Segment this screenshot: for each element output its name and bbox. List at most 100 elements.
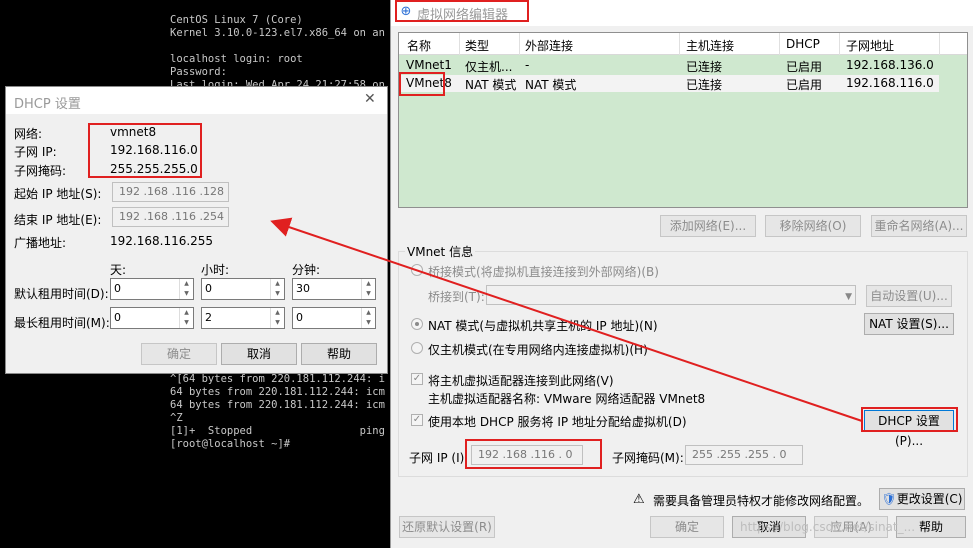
restore-defaults-button[interactable]: 还原默认设置(R)	[399, 516, 495, 538]
terminal-line: 64 bytes from 220.181.112.244: icm	[170, 399, 385, 411]
change-settings-label: 更改设置(C)	[896, 492, 963, 506]
dhcp-settings-highlight-box	[861, 407, 958, 432]
default-lease-hours-stepper[interactable]: 0 ▲ ▼	[201, 278, 285, 300]
col-dhcp[interactable]: DHCP	[786, 37, 820, 51]
subnet-ip-highlight-box	[465, 439, 602, 469]
connect-adapter-checkbox[interactable]: ✓	[411, 373, 423, 385]
col-external[interactable]: 外部连接	[525, 37, 573, 54]
cell-host: 已连接	[686, 60, 723, 74]
stepper-value: 2	[205, 311, 212, 324]
network-label: 网络:	[14, 127, 43, 141]
bridge-mode-label: 桥接模式(将虚拟机直接连接到外部网络)(B)	[428, 265, 659, 279]
terminal-prompt: [root@localhost ~]#	[170, 438, 291, 450]
stepper-arrows-icon[interactable]: ▲ ▼	[179, 308, 193, 328]
network-info-highlight-box	[88, 123, 202, 178]
stepper-value: 0	[114, 311, 121, 324]
cell-dhcp: 已启用	[786, 60, 823, 74]
stepper-value: 30	[296, 282, 310, 295]
stepper-arrows-icon[interactable]: ▲ ▼	[179, 279, 193, 299]
vne-ok-button[interactable]: 确定	[650, 516, 724, 538]
add-network-button[interactable]: 添加网络(E)...	[660, 215, 756, 237]
col-name[interactable]: 名称	[407, 37, 431, 54]
subnet-mask-label: 子网掩码:	[14, 164, 67, 178]
bridge-to-label: 桥接到(T):	[428, 290, 485, 304]
stepper-arrows-icon[interactable]: ▲ ▼	[270, 279, 284, 299]
default-lease-minutes-stepper[interactable]: 30 ▲ ▼	[292, 278, 376, 300]
dhcp-help-button[interactable]: 帮助	[301, 343, 377, 365]
network-table[interactable]: 名称 类型 外部连接 主机连接 DHCP 子网地址 VMnet1 仅主机... …	[398, 32, 968, 208]
terminal-line: 64 bytes from 220.181.112.244: icm	[170, 386, 385, 398]
nat-mode-label: NAT 模式(与虚拟机共享主机的 IP 地址)(N)	[428, 319, 658, 333]
default-lease-days-stepper[interactable]: 0 ▲ ▼	[110, 278, 194, 300]
col-type[interactable]: 类型	[465, 37, 489, 54]
nat-mode-radio[interactable]	[411, 318, 423, 330]
terminal-line: ^Z	[170, 412, 183, 424]
admin-shield-icon: 🛡	[881, 492, 897, 506]
bridge-to-select[interactable]: ▼	[486, 285, 856, 305]
admin-notice: 需要具备管理员特权才能修改网络配置。	[653, 494, 870, 508]
hours-label: 小时:	[201, 263, 230, 277]
title-highlight-box	[395, 0, 529, 22]
use-dhcp-checkbox[interactable]: ✓	[411, 414, 423, 426]
terminal-line: Kernel 3.10.0-123.el7.x86_64 on an	[170, 27, 385, 39]
dhcp-title: DHCP 设置	[14, 97, 81, 112]
days-label: 天:	[110, 263, 127, 277]
cell-type: NAT 模式	[465, 78, 517, 92]
end-ip-label: 结束 IP 地址(E):	[14, 213, 102, 227]
bridge-mode-radio[interactable]	[411, 264, 423, 276]
table-row[interactable]: VMnet1 仅主机... - 已连接 已启用 192.168.136.0	[399, 57, 939, 74]
broadcast-value: 192.168.116.255	[110, 234, 214, 248]
end-ip-input[interactable]: 192 .168 .116 .254	[112, 207, 229, 227]
cell-external: -	[525, 58, 530, 72]
terminal-line: CentOS Linux 7 (Core)	[170, 14, 303, 26]
stepper-value: 0	[114, 282, 121, 295]
dhcp-cancel-button[interactable]: 取消	[221, 343, 297, 365]
stepper-arrows-icon[interactable]: ▲ ▼	[270, 308, 284, 328]
cell-host: 已连接	[686, 78, 723, 92]
warning-icon: ⚠	[633, 492, 645, 507]
dhcp-ok-button[interactable]: 确定	[141, 343, 217, 365]
stepper-arrows-icon[interactable]: ▲ ▼	[361, 279, 375, 299]
terminal-line: ^[64 bytes from 220.181.112.244: i	[170, 373, 385, 385]
max-lease-days-stepper[interactable]: 0 ▲ ▼	[110, 307, 194, 329]
stepper-arrows-icon[interactable]: ▲ ▼	[361, 308, 375, 328]
cell-type: 仅主机...	[465, 60, 513, 74]
dhcp-titlebar[interactable]: DHCP 设置 ✕	[6, 87, 387, 114]
max-lease-hours-stepper[interactable]: 2 ▲ ▼	[201, 307, 285, 329]
auto-settings-button[interactable]: 自动设置(U)...	[866, 285, 952, 307]
cell-external: NAT 模式	[525, 78, 577, 92]
subnet-mask-label: 子网掩码(M):	[612, 451, 684, 465]
max-lease-label: 最长租用时间(M):	[14, 316, 110, 330]
col-host[interactable]: 主机连接	[686, 37, 734, 54]
cell-name: VMnet1	[406, 58, 452, 72]
rename-network-button[interactable]: 重命名网络(A)...	[871, 215, 967, 237]
nat-settings-button[interactable]: NAT 设置(S)...	[864, 313, 954, 335]
connect-adapter-label: 将主机虚拟适配器连接到此网络(V)	[428, 374, 614, 388]
table-header: 名称 类型 外部连接 主机连接 DHCP 子网地址	[399, 33, 967, 55]
vmnet8-highlight-box	[399, 72, 445, 96]
adapter-name-label: 主机虚拟适配器名称: VMware 网络适配器 VMnet8	[428, 392, 706, 406]
chevron-down-icon: ▼	[845, 292, 852, 302]
col-subnet[interactable]: 子网地址	[846, 37, 894, 54]
use-dhcp-label: 使用本地 DHCP 服务将 IP 地址分配给虚拟机(D)	[428, 415, 687, 429]
virtual-network-editor-window: ⊕ 虚拟网络编辑器 名称 类型 外部连接 主机连接 DHCP 子网地址 VMne…	[390, 0, 973, 548]
host-only-label: 仅主机模式(在专用网络内连接虚拟机)(H)	[428, 343, 648, 357]
cell-subnet: 192.168.136.0	[846, 58, 934, 72]
broadcast-label: 广播地址:	[14, 236, 67, 250]
stepper-value: 0	[296, 311, 303, 324]
remove-network-button[interactable]: 移除网络(O)	[765, 215, 861, 237]
dhcp-settings-dialog: DHCP 设置 ✕ 网络: vmnet8 子网 IP: 192.168.116.…	[5, 86, 388, 374]
max-lease-minutes-stepper[interactable]: 0 ▲ ▼	[292, 307, 376, 329]
change-settings-button[interactable]: 🛡更改设置(C)	[879, 488, 965, 510]
vmnet-info-title: VMnet 信息	[405, 243, 476, 260]
host-only-radio[interactable]	[411, 342, 423, 354]
start-ip-input[interactable]: 192 .168 .116 .128	[112, 182, 229, 202]
terminal-line: [1]+ Stopped ping	[170, 425, 385, 437]
table-row-selected[interactable]: VMnet8 NAT 模式 NAT 模式 已连接 已启用 192.168.116…	[399, 75, 939, 92]
minutes-label: 分钟:	[292, 263, 321, 277]
stepper-value: 0	[205, 282, 212, 295]
cell-dhcp: 已启用	[786, 78, 823, 92]
close-icon[interactable]: ✕	[364, 91, 376, 107]
default-lease-label: 默认租用时间(D):	[14, 287, 109, 301]
subnet-mask-input[interactable]: 255 .255 .255 . 0	[685, 445, 803, 465]
